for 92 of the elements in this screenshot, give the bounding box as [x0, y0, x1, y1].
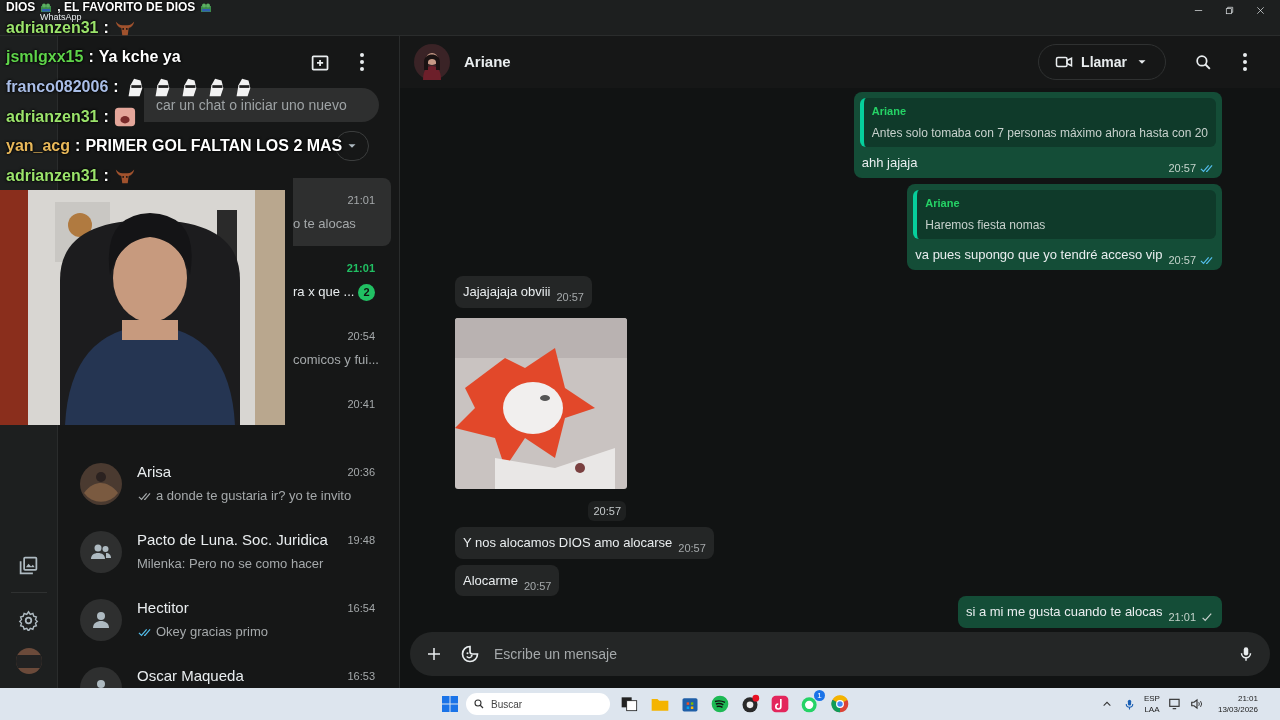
chat-username: adrianzen31	[6, 108, 99, 125]
timestamp: 16:54	[347, 600, 375, 616]
search-icon	[473, 698, 485, 710]
message-preview: Okey gracias primo	[156, 623, 268, 642]
message-field[interactable]: Escribe un mensaje	[494, 638, 1226, 670]
contact-name: Oscar Maqueda	[137, 665, 244, 686]
message-preview: Milenka: Pero no se como hacer	[137, 555, 324, 574]
separator: :	[88, 49, 94, 66]
quote-author: Ariane	[871, 104, 908, 119]
chat-list-item[interactable]: 20:41	[293, 382, 391, 450]
settings-icon	[18, 609, 39, 631]
chat-list-item[interactable]: Hectitor 16:54 Okey gracias primo	[66, 586, 391, 654]
chat-username: jsmlgxx15	[6, 49, 84, 66]
menu-icon	[360, 53, 364, 71]
timestamp: 20:36	[347, 464, 375, 480]
plus-icon	[425, 645, 443, 663]
taskbar-search[interactable]: Buscar	[466, 693, 610, 715]
message-text: Jajajajaja obviii	[463, 283, 551, 301]
start-button[interactable]	[440, 694, 460, 714]
timestamp: 20:54	[347, 328, 375, 344]
contact-name: Pacto de Luna. Soc. Juridica	[137, 529, 328, 550]
chat-message-text: , EL FAVORITO DE DIOS	[57, 0, 196, 13]
timestamp: 19:48	[347, 532, 375, 548]
menu-icon	[1243, 53, 1247, 71]
timestamp: 20:57	[1168, 160, 1196, 176]
contact-name: Hectitor	[137, 597, 189, 618]
chat-message-text: Ya kche ya	[98, 49, 181, 66]
message-text: si a mi me gusta cuando te alocas	[965, 603, 1163, 621]
quote-author: Ariane	[925, 196, 961, 211]
timestamp: 20:57	[523, 578, 552, 594]
quote-text: Antes solo tomaba con 7 personas máximo ahora hasta con 20	[871, 124, 1208, 142]
chat-username: franco082006	[6, 79, 109, 95]
quoted-message[interactable]: Ariane Antes solo tomaba con 7 personas máximo ahora hasta con 20	[859, 98, 1216, 147]
message-preview: a donde te gustaria ir? yo te invito	[156, 487, 352, 506]
chat-list-item[interactable]: Arisa 20:36 a donde te gustaria ir? yo te invito	[66, 450, 391, 518]
separator: :	[75, 138, 81, 155]
speaker-icon	[1189, 697, 1204, 711]
chat-list-item[interactable]: Pacto de Luna. Soc. Juridica 19:48 Milenka: Pero no se como hacer	[66, 518, 391, 586]
chat-username: adrianzen31	[6, 167, 99, 184]
window-title: WhatsApp	[40, 13, 82, 22]
timestamp: 16:53	[347, 668, 375, 684]
message-text: va pues supongo que yo tendré acceso vip	[915, 245, 1163, 264]
chat-message-text: DIOS	[6, 0, 36, 13]
composer-bar[interactable]: Escribe un mensaje	[410, 632, 1270, 676]
contact-avatar	[414, 44, 450, 80]
task-view-icon	[620, 694, 640, 714]
chat-username: yan_acg	[6, 138, 71, 155]
timestamp: 21:01	[347, 192, 375, 208]
message-preview: o te alocas	[293, 215, 356, 234]
media-icon	[18, 554, 39, 576]
sticker-icon	[460, 644, 480, 664]
clock[interactable]: 21:01 13/03/2026	[1217, 693, 1258, 715]
message-text: ahh jajaja	[861, 153, 918, 172]
whatsapp-icon	[800, 694, 820, 714]
note-app-icon	[770, 694, 790, 714]
restore-icon	[1224, 5, 1235, 16]
contact-name: Ariane	[464, 51, 511, 72]
close-icon	[1255, 5, 1266, 16]
message-text: Alocarme	[463, 571, 518, 590]
timestamp: 20:57	[556, 290, 584, 305]
message-text: Y nos alocamos DIOS amo alocarse	[463, 534, 673, 552]
timestamp: 20:41	[347, 396, 375, 412]
separator: :	[113, 79, 119, 95]
chat-message-text: PRIMER GOL FALTAN LOS 2 MAS	[85, 138, 343, 155]
separator: :	[103, 167, 109, 184]
timestamp: 20:57	[588, 500, 626, 521]
windows-icon	[442, 696, 458, 712]
timestamp: 21:01	[346, 260, 375, 276]
quote-text: Haremos fiesta nomas	[925, 216, 1047, 234]
music-app-icon	[710, 694, 730, 714]
recorder-icon	[740, 694, 760, 714]
message-preview: comicos y fui...	[293, 351, 379, 370]
chat-list-item[interactable]: 21:01 ra x que ... 2	[293, 246, 391, 314]
contact-name: Arisa	[137, 461, 172, 482]
search-icon	[1193, 52, 1213, 72]
taskbar-app[interactable]: 1	[798, 690, 822, 718]
search-field[interactable]: car un chat o iniciar uno nuevo	[144, 88, 379, 122]
chevron-up-icon	[1101, 699, 1112, 709]
timestamp: 21:01	[1168, 610, 1196, 625]
language-indicator[interactable]: ESP LAA	[1143, 693, 1160, 715]
message-preview: ra x que ...	[293, 283, 355, 302]
timestamp: 20:57	[1168, 252, 1196, 268]
quoted-message[interactable]: Ariane Haremos fiesta nomas	[913, 190, 1216, 239]
unread-badge: 2	[358, 283, 375, 301]
separator: :	[103, 108, 109, 125]
separator: :	[103, 19, 109, 36]
network-icon	[1167, 697, 1182, 711]
chat-list-item[interactable]: 21:01 o te alocas	[293, 178, 391, 246]
timestamp: 20:57	[678, 541, 706, 556]
chat-list-item[interactable]: 20:54 comicos y fui...	[293, 314, 391, 382]
browser-icon	[830, 694, 850, 714]
notification-badge: 1	[814, 690, 825, 701]
